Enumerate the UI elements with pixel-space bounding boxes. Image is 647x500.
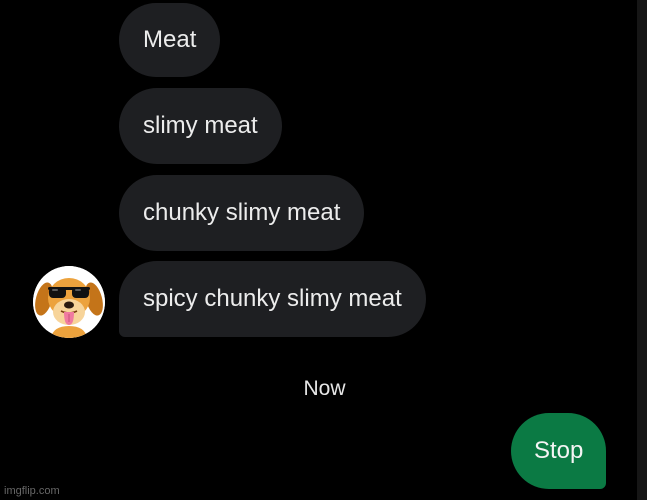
- message-text: Stop: [534, 437, 584, 464]
- message-text: chunky slimy meat: [143, 199, 341, 226]
- message-text: Meat: [143, 26, 197, 53]
- outgoing-message[interactable]: Stop: [511, 413, 607, 489]
- sender-avatar[interactable]: [33, 266, 105, 338]
- incoming-message[interactable]: slimy meat: [119, 88, 282, 164]
- scrollbar[interactable]: [637, 0, 647, 500]
- dog-with-sunglasses-icon: [33, 266, 105, 338]
- timestamp: Now: [303, 377, 346, 400]
- watermark: imgflip.com: [4, 485, 60, 497]
- incoming-message[interactable]: Meat: [119, 3, 221, 77]
- incoming-message[interactable]: chunky slimy meat: [119, 175, 365, 251]
- incoming-message[interactable]: spicy chunky slimy meat: [119, 261, 426, 337]
- message-text: slimy meat: [143, 112, 258, 139]
- message-text: spicy chunky slimy meat: [143, 285, 402, 312]
